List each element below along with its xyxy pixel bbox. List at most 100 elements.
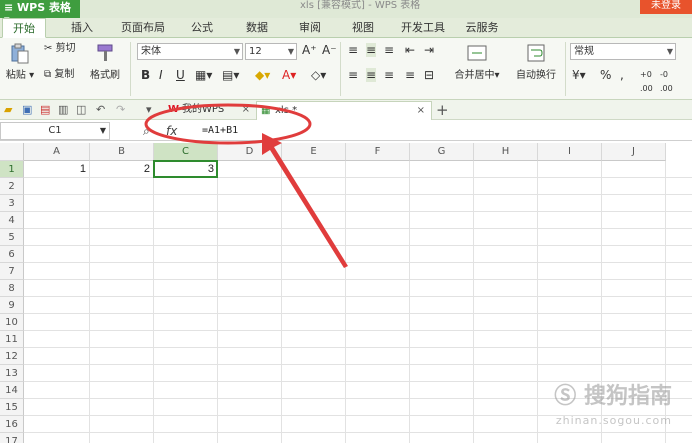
row-header-9[interactable]: 9 [0, 297, 24, 314]
undo-icon[interactable]: ↶ [96, 103, 108, 116]
wps-menu-button[interactable]: ≡ WPS 表格 ▾ [0, 0, 80, 18]
tab-home[interactable]: 开始 [2, 18, 46, 38]
column-header-H[interactable]: H [474, 143, 538, 161]
grow-font-button[interactable]: A⁺ [302, 43, 317, 57]
name-box[interactable]: C1 ▼ [0, 122, 110, 140]
tab-page-layout[interactable]: 页面布局 [116, 18, 170, 38]
format-painter-button[interactable]: 格式刷 [88, 42, 122, 81]
gridline [537, 161, 538, 443]
row-header-15[interactable]: 15 [0, 399, 24, 416]
tab-review[interactable]: 审阅 [290, 18, 330, 38]
merge-center-button[interactable]: 合并居中▾ [450, 42, 504, 81]
row-header-11[interactable]: 11 [0, 331, 24, 348]
formula-input[interactable]: =A1+B1 [202, 122, 238, 140]
currency-button[interactable]: ¥▾ [572, 68, 586, 82]
row-header-13[interactable]: 13 [0, 365, 24, 382]
tab-insert[interactable]: 插入 [60, 18, 104, 38]
comma-button[interactable]: , [620, 68, 624, 82]
cell-A1[interactable]: 1 [24, 161, 86, 178]
align-center-icon[interactable]: ≡ [366, 68, 377, 82]
gridline [24, 296, 692, 297]
title-bar: ≡ WPS 表格 ▾ xls [兼容模式] - WPS 表格 未登录 [0, 0, 692, 18]
open-folder-icon[interactable]: ▰ [4, 103, 16, 116]
row-header-16[interactable]: 16 [0, 416, 24, 433]
align-left-icon[interactable]: ≡ [348, 68, 358, 82]
column-header-J[interactable]: J [602, 143, 666, 161]
border-icon[interactable]: ▦▾ [195, 68, 212, 82]
align-right-icon[interactable]: ≡ [384, 68, 394, 82]
align-bottom-icon[interactable]: ≡ [384, 43, 394, 57]
align-middle-icon[interactable]: ≡ [366, 43, 377, 57]
number-format-select[interactable]: 常规 ▼ [570, 43, 676, 60]
wrap-text-button[interactable]: 自动换行 [510, 42, 562, 81]
row-header-12[interactable]: 12 [0, 348, 24, 365]
copy-button[interactable]: ⧉ 复制 [44, 68, 74, 82]
login-button[interactable]: 未登录 [640, 0, 692, 14]
font-name-select[interactable]: 宋体 ▼ [137, 43, 243, 60]
row-header-17[interactable]: 17 [0, 433, 24, 443]
save-icon[interactable]: ▣ [22, 103, 34, 116]
select-all-corner[interactable] [0, 143, 24, 161]
percent-button[interactable]: % [600, 68, 611, 82]
cell-B1[interactable]: 2 [90, 161, 150, 178]
close-tab-icon[interactable]: × [417, 102, 425, 120]
column-header-E[interactable]: E [282, 143, 346, 161]
row-header-10[interactable]: 10 [0, 314, 24, 331]
sogou-logo-icon: Ⓢ [554, 384, 577, 409]
fx-function-icon[interactable]: fx [166, 122, 177, 140]
print-preview-icon[interactable]: ◫ [76, 103, 88, 116]
gridline [24, 245, 692, 246]
column-header-I[interactable]: I [538, 143, 602, 161]
close-tab-icon[interactable]: × [242, 101, 250, 119]
increase-decimal-icon[interactable]: +0.00 [640, 68, 653, 96]
customize-dropdown-icon[interactable]: ▾ [146, 103, 158, 116]
tab-developer[interactable]: 开发工具 [396, 18, 450, 38]
cut-button[interactable]: ✂ 剪切 [44, 42, 76, 56]
bold-button[interactable]: B [141, 68, 150, 82]
paste-button[interactable]: 粘贴 ▾ [4, 42, 36, 81]
justify-icon[interactable]: ≡ [405, 68, 415, 82]
new-tab-plus-icon[interactable]: + [436, 101, 449, 119]
merge-icon [467, 45, 487, 61]
font-size-select[interactable]: 12 ▼ [245, 43, 297, 60]
print-icon[interactable]: ▥ [58, 103, 70, 116]
decrease-decimal-icon[interactable]: -0.00 [660, 68, 673, 96]
tab-view[interactable]: 视图 [343, 18, 383, 38]
column-header-G[interactable]: G [410, 143, 474, 161]
zoom-lookup-icon[interactable]: ⌕ [143, 122, 150, 140]
row-header-7[interactable]: 7 [0, 263, 24, 280]
tab-data[interactable]: 数据 [237, 18, 277, 38]
doc-tab-my-wps[interactable]: W 我的WPS × [164, 101, 256, 120]
shrink-font-button[interactable]: A⁻ [322, 43, 337, 57]
tab-formulas[interactable]: 公式 [182, 18, 222, 38]
row-header-4[interactable]: 4 [0, 212, 24, 229]
indent-decrease-icon[interactable]: ⇤ [405, 43, 415, 57]
doc-tab-workbook[interactable]: ▦ xls * × [256, 101, 432, 120]
underline-button[interactable]: U [176, 68, 185, 82]
redo-icon[interactable]: ↷ [116, 103, 128, 116]
gridline [153, 161, 154, 443]
row-header-14[interactable]: 14 [0, 382, 24, 399]
gridline [217, 161, 218, 443]
tab-cloud[interactable]: 云服务 [460, 18, 504, 38]
column-header-F[interactable]: F [346, 143, 410, 161]
align-top-icon[interactable]: ≡ [348, 43, 358, 57]
export-pdf-icon[interactable]: ▤ [40, 103, 52, 116]
font-color-icon[interactable]: A▾ [282, 68, 296, 82]
row-header-8[interactable]: 8 [0, 280, 24, 297]
row-header-6[interactable]: 6 [0, 246, 24, 263]
row-header-1[interactable]: 1 [0, 161, 24, 178]
column-header-B[interactable]: B [90, 143, 154, 161]
italic-button[interactable]: I [159, 68, 163, 82]
column-header-D[interactable]: D [218, 143, 282, 161]
column-header-C[interactable]: C [154, 143, 218, 161]
cell-fill-border-icon[interactable]: ▤▾ [222, 68, 239, 82]
fill-color-icon[interactable]: ◆▾ [255, 68, 270, 82]
row-header-3[interactable]: 3 [0, 195, 24, 212]
column-header-A[interactable]: A [24, 143, 90, 161]
row-header-2[interactable]: 2 [0, 178, 24, 195]
clear-format-icon[interactable]: ◇▾ [311, 68, 326, 82]
row-header-5[interactable]: 5 [0, 229, 24, 246]
distribute-icon[interactable]: ⊟ [424, 68, 434, 82]
indent-increase-icon[interactable]: ⇥ [424, 43, 434, 57]
